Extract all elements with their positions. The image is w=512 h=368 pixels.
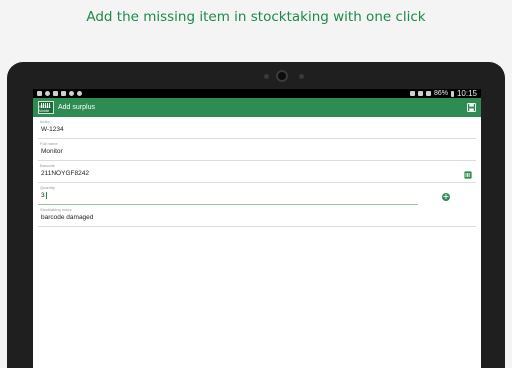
save-icon [467,103,476,112]
app-logo: STOCK Mobile [38,101,54,114]
app-notification-icon [77,91,82,96]
index-input[interactable]: W-1234 [41,126,64,133]
add-quantity-button[interactable]: + [442,193,450,201]
scan-barcode-icon[interactable] [464,171,472,179]
tablet-frame: 86% 10:15 STOCK Mobile Add surplus In [7,62,505,368]
app-bar: STOCK Mobile Add surplus [33,98,481,117]
battery-percent: 86% [433,90,448,97]
cloud-icon [53,91,58,96]
page-title: Add surplus [58,104,95,111]
signal-icon [425,91,431,96]
field-label: Stocktaking notes [40,207,72,212]
field-label: Quantity [40,185,55,190]
sync-icon [69,91,74,96]
battery-icon [450,90,454,97]
quantity-input[interactable]: 3 [41,192,47,199]
text-caret [45,192,47,199]
status-bar: 86% 10:15 [33,89,481,98]
surplus-form: Index W-1234 Full name Monitor Barcode 2… [33,117,481,227]
clock: 10:15 [456,89,477,98]
field-label: Full name [40,141,58,146]
barcode-graphic [41,103,51,108]
barcode-input[interactable]: 211NOYGF8242 [41,170,89,177]
full-name-field[interactable]: Full name Monitor [38,139,476,161]
quantity-field[interactable]: Quantity 3 [38,183,418,205]
sensor-dot [299,74,304,79]
full-name-input[interactable]: Monitor [41,148,63,155]
bluetooth-icon [409,91,415,96]
promo-headline: Add the missing item in stocktaking with… [86,9,426,25]
warning-icon [61,91,66,96]
field-label: Index [40,119,50,124]
vibrate-icon [417,91,423,96]
camera-lens [276,70,288,82]
stocktaking-notes-field[interactable]: Stocktaking notes barcode damaged [38,205,476,227]
sensor-dot [264,74,269,79]
quantity-row: Quantity 3 + [38,183,476,205]
index-field[interactable]: Index W-1234 [38,117,476,139]
usb-icon [37,91,42,96]
save-button[interactable] [467,103,476,112]
quantity-value: 3 [41,192,45,200]
field-label: Barcode [40,163,55,168]
stocktaking-notes-input[interactable]: barcode damaged [41,214,93,221]
device-screen: 86% 10:15 STOCK Mobile Add surplus In [33,89,481,368]
notification-icon [45,91,50,96]
barcode-field[interactable]: Barcode 211NOYGF8242 [38,161,476,183]
